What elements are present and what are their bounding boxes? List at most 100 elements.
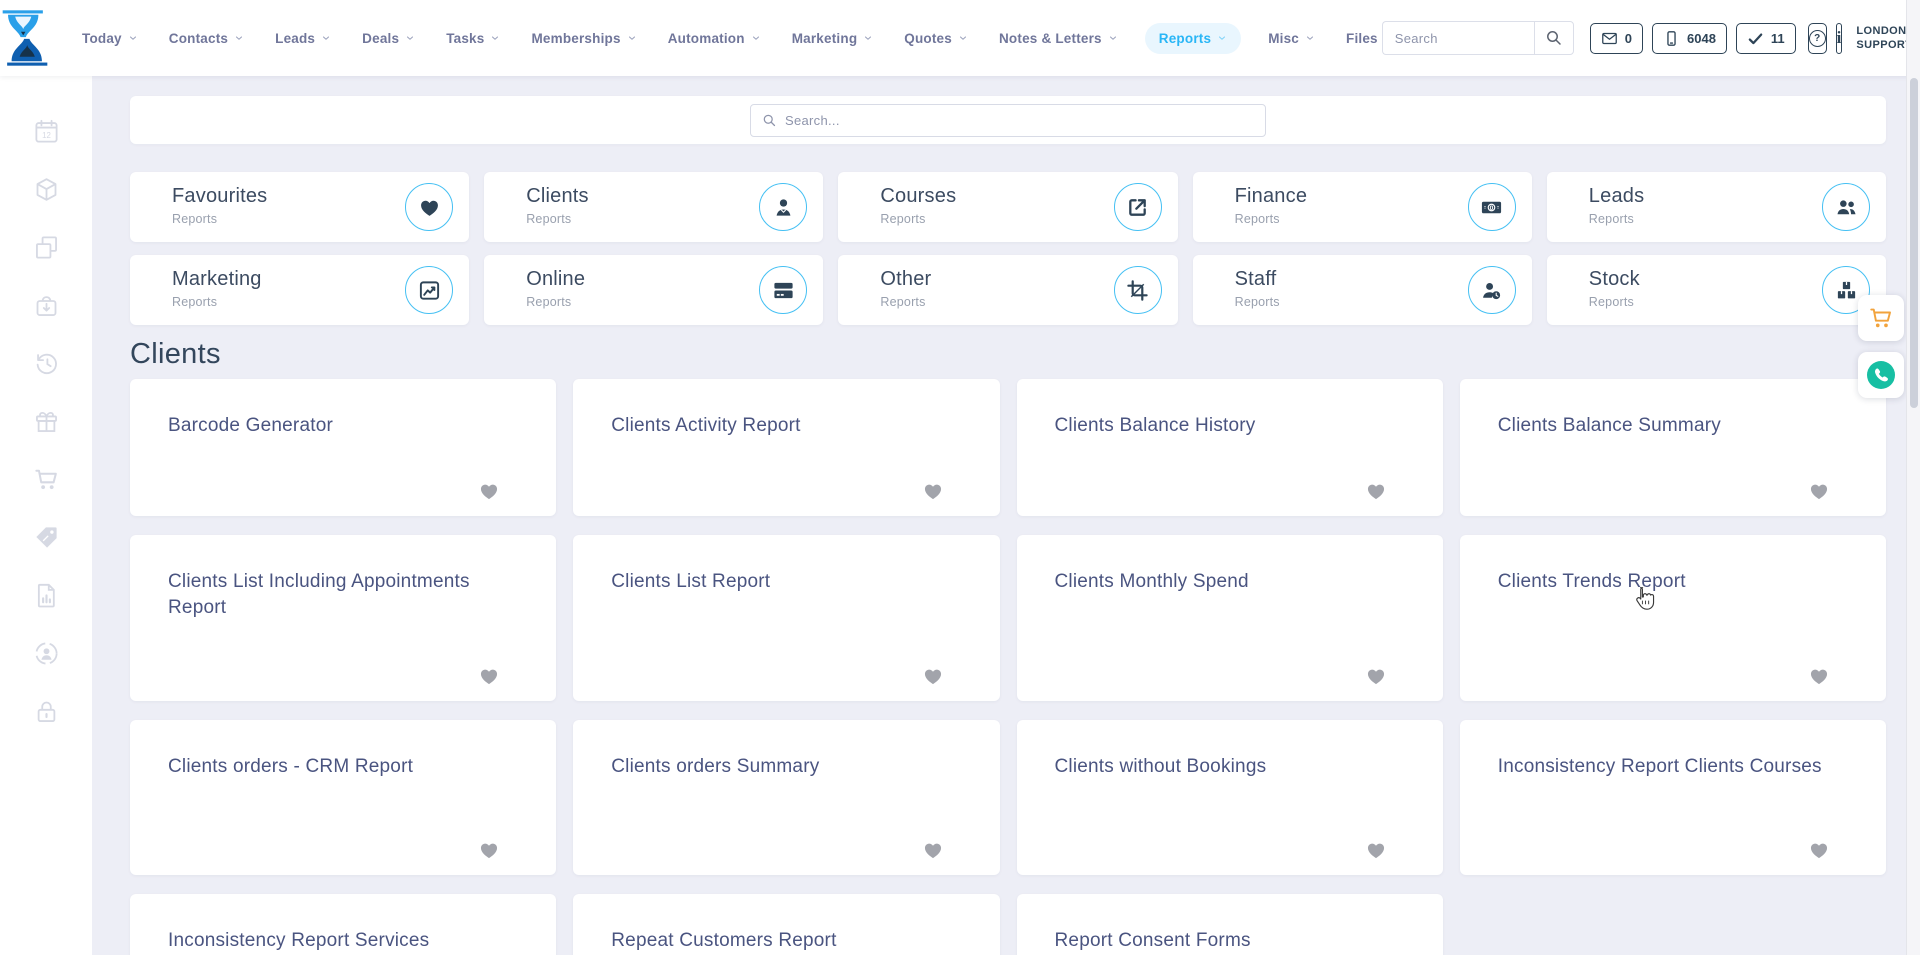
main-content: Favourites Reports Clients Reports Cours… (92, 76, 1920, 955)
nav-item-label: Deals (362, 31, 399, 46)
nav-item-reports[interactable]: Reports (1145, 23, 1241, 54)
favourite-heart-icon[interactable] (478, 839, 500, 861)
chevron-down-icon (234, 33, 244, 43)
floating-cart-button[interactable] (1858, 295, 1904, 341)
question-icon: ? (1809, 30, 1826, 47)
category-card-marketing[interactable]: Marketing Reports (130, 255, 469, 325)
nav-item-label: Notes & Letters (999, 31, 1102, 46)
report-card-clients-balance-summary[interactable]: Clients Balance Summary (1460, 379, 1886, 516)
nav-item-today[interactable]: Today (78, 23, 142, 54)
favourite-heart-icon[interactable] (922, 665, 944, 687)
chevron-down-icon (863, 33, 873, 43)
nav-item-files[interactable]: Files (1342, 23, 1382, 54)
favourite-heart-icon[interactable] (922, 839, 944, 861)
favourite-heart-icon[interactable] (1365, 480, 1387, 502)
chevron-down-icon (1108, 33, 1118, 43)
report-card-clients-orders-crm-report[interactable]: Clients orders - CRM Report (130, 720, 556, 875)
category-card-staff[interactable]: Staff Reports (1193, 255, 1532, 325)
lock-icon[interactable] (33, 698, 60, 725)
category-card-online[interactable]: Online Reports (484, 255, 823, 325)
report-title: Clients orders - CRM Report (168, 754, 520, 780)
report-card-clients-list-including-appointments-report[interactable]: Clients List Including Appointments Repo… (130, 535, 556, 701)
check-badge[interactable]: 11 (1736, 23, 1796, 54)
favourite-heart-icon[interactable] (1808, 839, 1830, 861)
report-card-inconsistency-report-services[interactable]: Inconsistency Report Services (130, 894, 556, 955)
chevron-down-icon (627, 33, 637, 43)
report-title: Clients Monthly Spend (1055, 569, 1407, 595)
person-clock-icon (1480, 279, 1503, 302)
report-card-clients-balance-history[interactable]: Clients Balance History (1017, 379, 1443, 516)
favourite-heart-icon[interactable] (922, 480, 944, 502)
report-grid: Barcode Generator Clients Activity Repor… (130, 379, 1886, 955)
category-card-favourites[interactable]: Favourites Reports (130, 172, 469, 242)
envelope-badge[interactable]: 0 (1590, 23, 1643, 54)
help-button[interactable]: ? (1808, 23, 1827, 54)
nav-item-quotes[interactable]: Quotes (900, 23, 972, 54)
page-scrollbar[interactable] (1906, 0, 1920, 955)
tag-icon[interactable] (33, 524, 60, 551)
report-card-barcode-generator[interactable]: Barcode Generator (130, 379, 556, 516)
nav-item-label: Files (1346, 31, 1378, 46)
report-card-clients-list-report[interactable]: Clients List Report (573, 535, 999, 701)
history-icon[interactable] (33, 350, 60, 377)
favourite-heart-icon[interactable] (1808, 665, 1830, 687)
favourite-heart-icon[interactable] (1808, 480, 1830, 502)
nav-item-contacts[interactable]: Contacts (165, 23, 248, 54)
category-card-leads[interactable]: Leads Reports (1547, 172, 1886, 242)
category-card-courses[interactable]: Courses Reports (838, 172, 1177, 242)
search-icon (762, 113, 777, 128)
floating-phone-button[interactable] (1858, 352, 1904, 398)
nav-item-misc[interactable]: Misc (1264, 23, 1319, 54)
nav-item-tasks[interactable]: Tasks (442, 23, 504, 54)
category-icon-circle (405, 183, 453, 231)
svg-text:12: 12 (42, 131, 51, 140)
calendar-icon[interactable]: 12 (33, 118, 60, 145)
report-card-inconsistency-report-clients-courses[interactable]: Inconsistency Report Clients Courses (1460, 720, 1886, 875)
package-icon[interactable] (33, 176, 60, 203)
report-search-input[interactable] (785, 113, 1254, 128)
info-button[interactable]: i (1836, 23, 1843, 54)
gift-icon[interactable] (33, 408, 60, 435)
nav-item-leads[interactable]: Leads (271, 23, 335, 54)
nav-item-deals[interactable]: Deals (358, 23, 419, 54)
report-card-clients-monthly-spend[interactable]: Clients Monthly Spend (1017, 535, 1443, 701)
category-card-finance[interactable]: Finance Reports 0 (1193, 172, 1532, 242)
scrollbar-thumb[interactable] (1910, 78, 1918, 408)
nav-item-automation[interactable]: Automation (664, 23, 765, 54)
favourite-heart-icon[interactable] (1365, 839, 1387, 861)
report-card-clients-without-bookings[interactable]: Clients without Bookings (1017, 720, 1443, 875)
nav-item-marketing[interactable]: Marketing (788, 23, 878, 54)
report-card-repeat-customers-report[interactable]: Repeat Customers Report (573, 894, 999, 955)
nav-item-label: Reports (1159, 31, 1211, 46)
report-doc-icon[interactable] (33, 582, 60, 609)
people-icon (1835, 196, 1858, 219)
report-card-report-consent-forms[interactable]: Report Consent Forms (1017, 894, 1443, 955)
favourite-heart-icon[interactable] (478, 480, 500, 502)
nav-item-label: Misc (1268, 31, 1299, 46)
category-card-other[interactable]: Other Reports (838, 255, 1177, 325)
category-card-stock[interactable]: Stock Reports (1547, 255, 1886, 325)
favourite-heart-icon[interactable] (478, 665, 500, 687)
report-card-clients-trends-report[interactable]: Clients Trends Report (1460, 535, 1886, 701)
user-refresh-icon[interactable] (33, 640, 60, 667)
favourite-heart-icon[interactable] (1365, 665, 1387, 687)
hourglass-logo-icon (0, 8, 50, 68)
chart-line-icon (418, 279, 441, 302)
report-title: Clients orders Summary (611, 754, 963, 780)
nav-item-notes-letters[interactable]: Notes & Letters (995, 23, 1122, 54)
chevron-down-icon (751, 33, 761, 43)
report-card-clients-orders-summary[interactable]: Clients orders Summary (573, 720, 999, 875)
top-search-button[interactable] (1534, 21, 1574, 55)
report-title: Report Consent Forms (1055, 928, 1407, 954)
top-search-input[interactable] (1382, 21, 1534, 55)
user-name-line2: SUPPORT (1856, 38, 1912, 52)
category-card-clients[interactable]: Clients Reports (484, 172, 823, 242)
cart-icon[interactable] (33, 466, 60, 493)
bag-icon[interactable] (33, 292, 60, 319)
copy-icon[interactable] (33, 234, 60, 261)
nav-item-memberships[interactable]: Memberships (527, 23, 640, 54)
mobile-badge[interactable]: 6048 (1652, 23, 1727, 54)
boxes-icon (1835, 279, 1858, 302)
report-card-clients-activity-report[interactable]: Clients Activity Report (573, 379, 999, 516)
app-logo[interactable] (0, 8, 50, 68)
